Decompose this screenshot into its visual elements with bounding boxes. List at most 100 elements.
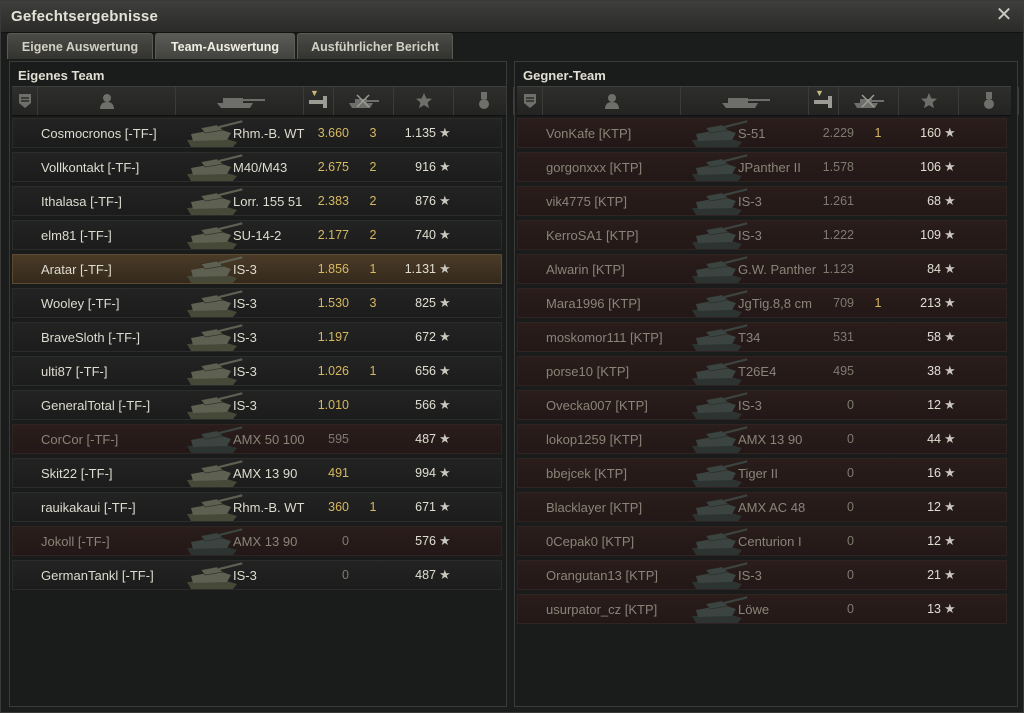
tank-name: Tiger II — [738, 466, 778, 481]
xp-value: 994 — [415, 466, 436, 480]
own-team-title: Eigenes Team — [18, 68, 105, 83]
own-player-row[interactable]: Ithalasa [-TF-] Lorr. 155 51 2.383 2 876 ★ — [12, 186, 502, 216]
tank-name: JPanther II — [738, 160, 801, 175]
star-icon: ★ — [944, 601, 956, 616]
enemy-header-kills-icon[interactable] — [839, 87, 899, 115]
xp-value: 13 — [927, 602, 941, 616]
own-player-row[interactable]: Jokoll [-TF-] AMX 13 90 0 576 ★ — [12, 526, 502, 556]
enemy-header-player-icon[interactable] — [543, 87, 681, 115]
kills-value: 1 — [874, 296, 882, 310]
enemy-player-row[interactable]: gorgonxxx [KTP] JPanther II 1.578 106 ★ — [517, 152, 1007, 182]
tank-name: IS-3 — [233, 262, 257, 277]
star-icon: ★ — [944, 329, 956, 344]
kills-value: 2 — [369, 160, 377, 174]
enemy-player-row[interactable]: Alwarin [KTP] G.W. Panther 1.123 84 ★ — [517, 254, 1007, 284]
own-player-row[interactable]: elm81 [-TF-] SU-14-2 2.177 2 740 ★ — [12, 220, 502, 250]
enemy-player-row[interactable]: usurpator_cz [KTP] Löwe 0 13 ★ — [517, 594, 1007, 624]
player-name: Orangutan13 [KTP] — [546, 568, 659, 583]
enemy-player-row[interactable]: VonKafe [KTP] S-51 2.229 1 160 ★ — [517, 118, 1007, 148]
own-header-kills-icon[interactable] — [334, 87, 394, 115]
xp-value: 825 — [415, 296, 436, 310]
own-player-row[interactable]: Aratar [-TF-] IS-3 1.856 1 1.131 ★ — [12, 254, 502, 284]
enemy-player-row[interactable]: bbejcek [KTP] Tiger II 0 16 ★ — [517, 458, 1007, 488]
own-header-medal-icon[interactable] — [454, 87, 514, 115]
close-icon[interactable]: ✕ — [995, 5, 1013, 25]
own-player-row[interactable]: Cosmocronos [-TF-] Rhm.-B. WT 3.660 3 1.135 ★ — [12, 118, 502, 148]
player-name: 0Cepak0 [KTP] — [546, 534, 635, 549]
own-player-row[interactable]: GeneralTotal [-TF-] IS-3 1.010 566 ★ — [12, 390, 502, 420]
tank-name: S-51 — [738, 126, 766, 141]
xp-value: 576 — [415, 534, 436, 548]
star-icon: ★ — [944, 397, 956, 412]
own-player-row[interactable]: CorCor [-TF-] AMX 50 100 595 487 ★ — [12, 424, 502, 454]
own-player-row[interactable]: rauikakaui [-TF-] Rhm.-B. WT 360 1 671 ★ — [12, 492, 502, 522]
player-name: Ovecka007 [KTP] — [546, 398, 648, 413]
enemy-player-row[interactable]: vik4775 [KTP] IS-3 1.261 68 ★ — [517, 186, 1007, 216]
enemy-player-row[interactable]: moskomor111 [KTP] T34 531 58 ★ — [517, 322, 1007, 352]
enemy-player-row[interactable]: Mara1996 [KTP] JgTig.8,8 cm 709 1 213 ★ — [517, 288, 1007, 318]
own-player-row[interactable]: ulti87 [-TF-] IS-3 1.026 1 656 ★ — [12, 356, 502, 386]
star-icon: ★ — [944, 431, 956, 446]
own-header-tank-icon[interactable] — [176, 87, 304, 115]
star-icon: ★ — [439, 159, 451, 174]
own-header-rank-icon[interactable] — [12, 87, 38, 115]
kills-value: 2 — [369, 228, 377, 242]
xp-value: 1.135 — [404, 126, 436, 140]
kills-value: 1 — [874, 126, 882, 140]
xp-value: 68 — [927, 194, 941, 208]
own-player-row[interactable]: Vollkontakt [-TF-] M40/M43 2.675 2 916 ★ — [12, 152, 502, 182]
own-player-row[interactable]: Skit22 [-TF-] AMX 13 90 491 994 ★ — [12, 458, 502, 488]
tank-name: AMX 13 90 — [233, 466, 298, 481]
tank-name: IS-3 — [738, 228, 762, 243]
player-name: Ithalasa [-TF-] — [41, 194, 122, 209]
damage-value: 491 — [328, 466, 349, 480]
sort-indicator-icon: ▼ — [815, 88, 824, 98]
xp-value: 12 — [927, 398, 941, 412]
kills-value: 1 — [369, 500, 377, 514]
kills-value: 3 — [369, 126, 377, 140]
xp-value: 671 — [415, 500, 436, 514]
own-header-damage-icon[interactable]: ▼ — [304, 87, 334, 115]
tank-name: Rhm.-B. WT — [233, 500, 305, 515]
damage-value: 2.383 — [317, 194, 349, 208]
enemy-header-tank-icon[interactable] — [681, 87, 809, 115]
tab-team-evaluation[interactable]: Team-Auswertung — [155, 33, 295, 59]
player-name: KerroSA1 [KTP] — [546, 228, 639, 243]
tank-name: IS-3 — [233, 364, 257, 379]
damage-value: 1.856 — [317, 262, 349, 276]
player-name: BraveSloth [-TF-] — [41, 330, 140, 345]
tab-detailed-report[interactable]: Ausführlicher Bericht — [297, 33, 453, 59]
damage-value: 360 — [328, 500, 349, 514]
star-icon: ★ — [944, 125, 956, 140]
own-player-row[interactable]: BraveSloth [-TF-] IS-3 1.197 672 ★ — [12, 322, 502, 352]
enemy-player-row[interactable]: KerroSA1 [KTP] IS-3 1.222 109 ★ — [517, 220, 1007, 250]
own-player-row[interactable]: GermanTankl [-TF-] IS-3 0 487 ★ — [12, 560, 502, 590]
own-player-row[interactable]: Wooley [-TF-] IS-3 1.530 3 825 ★ — [12, 288, 502, 318]
xp-value: 21 — [927, 568, 941, 582]
enemy-header-damage-icon[interactable]: ▼ — [809, 87, 839, 115]
tab-own-evaluation[interactable]: Eigene Auswertung — [7, 33, 153, 59]
battle-results-window: Gefechtsergebnisse ✕ Eigene Auswertung T… — [0, 0, 1024, 713]
star-icon: ★ — [944, 499, 956, 514]
player-name: ulti87 [-TF-] — [41, 364, 108, 379]
player-name: Vollkontakt [-TF-] — [41, 160, 140, 175]
enemy-player-row[interactable]: Ovecka007 [KTP] IS-3 0 12 ★ — [517, 390, 1007, 420]
damage-value: 1.026 — [317, 364, 349, 378]
enemy-header-xp-star-icon[interactable] — [899, 87, 959, 115]
enemy-player-row[interactable]: Orangutan13 [KTP] IS-3 0 21 ★ — [517, 560, 1007, 590]
own-header-xp-star-icon[interactable] — [394, 87, 454, 115]
xp-value: 487 — [415, 432, 436, 446]
enemy-column-header: ▼ — [517, 86, 1019, 116]
enemy-player-row[interactable]: porse10 [KTP] T26E4 495 38 ★ — [517, 356, 1007, 386]
star-icon: ★ — [944, 159, 956, 174]
enemy-player-row[interactable]: lokop1259 [KTP] AMX 13 90 0 44 ★ — [517, 424, 1007, 454]
enemy-player-row[interactable]: 0Cepak0 [KTP] Centurion I 0 12 ★ — [517, 526, 1007, 556]
tank-name: T34 — [738, 330, 761, 345]
tank-name: JgTig.8,8 cm — [738, 296, 812, 311]
xp-value: 740 — [415, 228, 436, 242]
own-header-player-icon[interactable] — [38, 87, 176, 115]
enemy-header-medal-icon[interactable] — [959, 87, 1019, 115]
player-name: Blacklayer [KTP] — [546, 500, 643, 515]
enemy-header-rank-icon[interactable] — [517, 87, 543, 115]
enemy-player-row[interactable]: Blacklayer [KTP] AMX AC 48 0 12 ★ — [517, 492, 1007, 522]
